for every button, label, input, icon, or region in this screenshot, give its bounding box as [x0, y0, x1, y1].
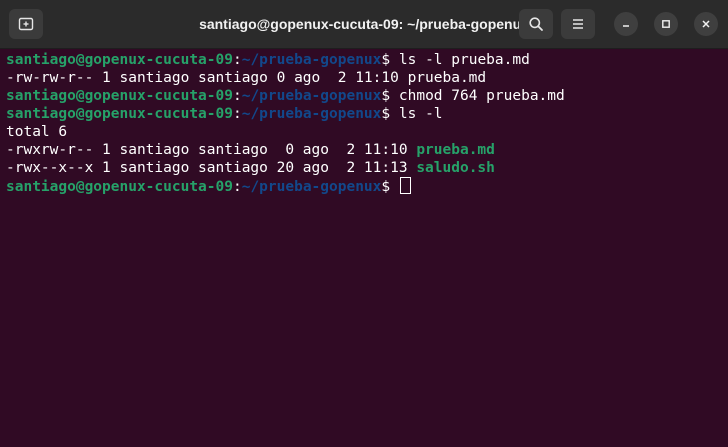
file-listing-row: -rwx--x--x 1 santiago santiago 20 ago 2 …	[6, 159, 728, 177]
prompt-user-host: santiago@gopenux-cucuta-09	[6, 106, 233, 122]
prompt-separator: :	[232, 106, 242, 122]
prompt-path: ~/prueba-gopenux	[241, 88, 382, 104]
minimize-icon	[623, 25, 629, 27]
prompt-symbol: $	[381, 179, 399, 195]
file-listing-row: -rwxrw-r-- 1 santiago santiago 0 ago 2 1…	[6, 141, 728, 159]
command-text: ls -l prueba.md	[398, 52, 530, 68]
search-button[interactable]	[519, 9, 553, 39]
prompt-symbol: $	[381, 106, 399, 122]
prompt-path: ~/prueba-gopenux	[241, 106, 382, 122]
prompt-line: santiago@gopenux-cucuta-09:~/prueba-gope…	[6, 87, 728, 105]
output-line-total: total 6	[6, 124, 68, 140]
prompt-line: santiago@gopenux-cucuta-09:~/prueba-gope…	[6, 105, 728, 123]
maximize-button[interactable]	[654, 12, 678, 36]
hamburger-menu-icon	[573, 19, 583, 29]
prompt-symbol: $	[381, 88, 399, 104]
prompt-user-host: santiago@gopenux-cucuta-09	[6, 179, 233, 195]
new-tab-button[interactable]	[9, 9, 43, 39]
command-text: chmod 764 prueba.md	[398, 88, 565, 104]
prompt-user-host: santiago@gopenux-cucuta-09	[6, 52, 233, 68]
terminal-output-area[interactable]: santiago@gopenux-cucuta-09:~/prueba-gope…	[0, 49, 728, 447]
file-metadata: -rwx--x--x 1 santiago santiago 20 ago 2 …	[6, 160, 417, 176]
prompt-symbol: $	[381, 52, 399, 68]
close-button[interactable]	[694, 12, 718, 36]
active-prompt-line[interactable]: santiago@gopenux-cucuta-09:~/prueba-gope…	[6, 177, 728, 195]
prompt-path: ~/prueba-gopenux	[241, 52, 382, 68]
terminal-window: santiago@gopenux-cucuta-09: ~/prueba-gop…	[0, 0, 728, 447]
menu-button[interactable]	[561, 9, 595, 39]
search-icon	[529, 17, 543, 31]
text-cursor	[399, 177, 411, 194]
title-bar[interactable]: santiago@gopenux-cucuta-09: ~/prueba-gop…	[0, 0, 728, 49]
output-line: -rw-rw-r-- 1 santiago santiago 0 ago 2 1…	[6, 70, 487, 86]
prompt-path: ~/prueba-gopenux	[241, 179, 382, 195]
command-text: ls -l	[398, 106, 443, 122]
new-tab-icon	[18, 17, 34, 31]
prompt-separator: :	[232, 88, 242, 104]
file-name: prueba.md	[416, 142, 495, 158]
prompt-line: santiago@gopenux-cucuta-09:~/prueba-gope…	[6, 51, 728, 69]
file-name: saludo.sh	[416, 160, 495, 176]
prompt-separator: :	[232, 52, 242, 68]
file-metadata: -rwxrw-r-- 1 santiago santiago 0 ago 2 1…	[6, 142, 417, 158]
prompt-user-host: santiago@gopenux-cucuta-09	[6, 88, 233, 104]
close-icon	[702, 20, 710, 28]
minimize-button[interactable]	[614, 12, 638, 36]
maximize-icon	[662, 20, 670, 28]
prompt-separator: :	[232, 179, 242, 195]
